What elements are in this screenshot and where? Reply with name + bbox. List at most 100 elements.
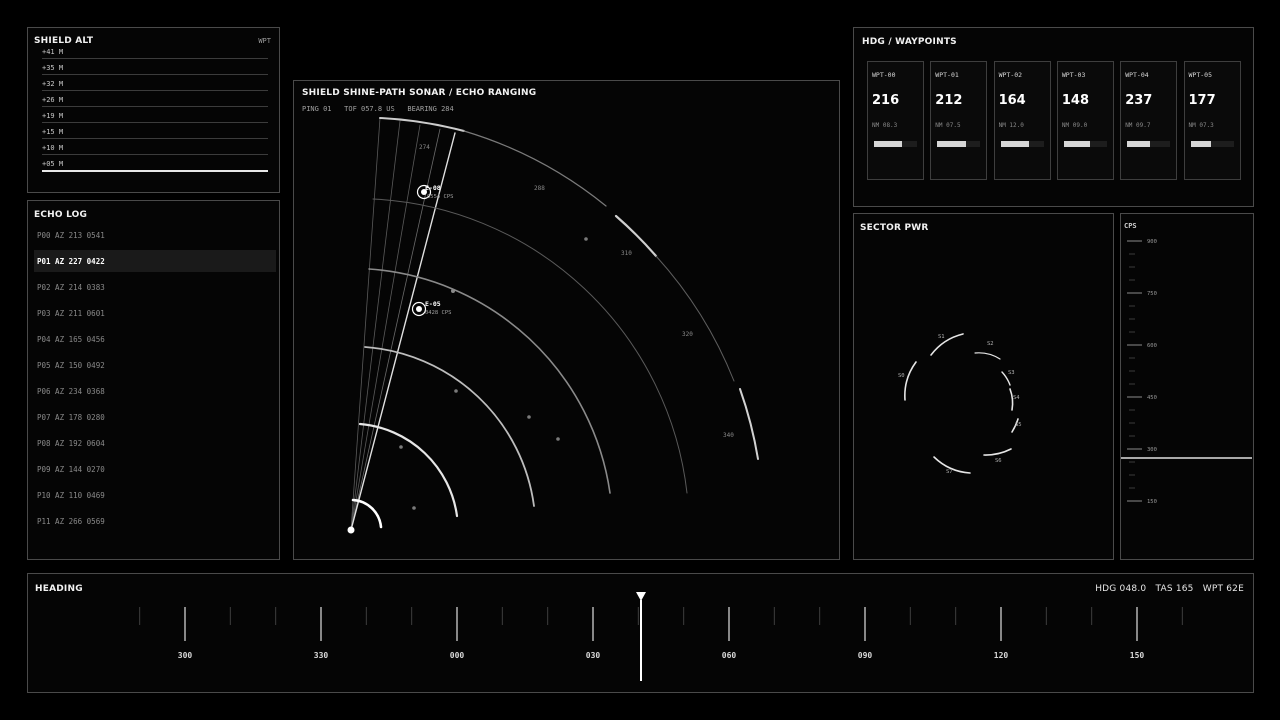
target-id: E-08 (425, 184, 441, 192)
sector-pwr-panel: SECTOR PWR S0 S1 S2 S3 S4 S5 S6 S7 (853, 213, 1114, 560)
sector-label: S1 (938, 334, 945, 340)
range-arc (463, 130, 607, 207)
echo-log-row[interactable]: P00 AZ 213 0541 (34, 224, 276, 246)
bearing-label: 274 (419, 144, 430, 151)
echo-log-text: P09 AZ 144 0270 (37, 465, 105, 474)
echo-dot (412, 506, 416, 510)
sector-label: S6 (995, 458, 1002, 464)
altitude-row[interactable]: +41 M (42, 42, 268, 59)
sonar-panel: SHIELD SHINE-PATH SONAR / ECHO RANGING P… (293, 80, 840, 560)
waypoint-card[interactable]: WPT-05 177 NM 07.3 (1183, 61, 1241, 180)
echo-log-text: P10 AZ 110 0469 (37, 491, 105, 500)
echo-log-row[interactable]: P09 AZ 144 0270 (34, 458, 276, 480)
target-dot (416, 306, 422, 312)
waypoint-heading: 212 (935, 93, 963, 108)
heading-pointer-icon (636, 592, 646, 601)
target-e08[interactable]: E-08 0554 CPS (416, 184, 454, 200)
sector-arc-s2 (974, 352, 1001, 360)
range-arc (739, 388, 759, 460)
echo-log-text: P02 AZ 214 0383 (37, 283, 105, 292)
echo-log-row[interactable]: P10 AZ 110 0469 (34, 484, 276, 506)
waypoint-heading: 237 (1125, 93, 1153, 108)
sonar-origin (347, 526, 355, 534)
echo-log-row[interactable]: P02 AZ 214 0383 (34, 276, 276, 298)
echo-log-text: P07 AZ 178 0280 (37, 413, 105, 422)
echo-log-row[interactable]: P04 AZ 165 0456 (34, 328, 276, 350)
echo-log-panel: ECHO LOG P00 AZ 213 0541 P01 AZ 227 0422 P… (27, 200, 280, 560)
echo-dot (454, 389, 458, 393)
altitude-row[interactable]: +10 M (42, 138, 268, 155)
altitude-value: +41 M (42, 48, 64, 56)
waypoint-card[interactable]: WPT-00 216 NM 08.3 (867, 61, 924, 180)
waypoint-heading: 177 (1188, 93, 1216, 108)
target-e05[interactable]: E-05 0428 CPS (411, 300, 452, 317)
echo-dot (451, 289, 455, 293)
sector-arc-s0 (904, 361, 917, 401)
heading-tick-label: 030 (586, 651, 601, 660)
cps-tick-label: 300 (1147, 447, 1157, 453)
echo-log-row[interactable]: P07 AZ 178 0280 (34, 406, 276, 428)
waypoint-level-fill (937, 141, 967, 147)
echo-log-text: P06 AZ 234 0368 (37, 387, 105, 396)
echo-log-row[interactable]: P05 AZ 150 0492 (34, 354, 276, 376)
target-cps: 0428 CPS (425, 310, 452, 316)
cps-tick-label: 450 (1147, 395, 1157, 401)
sector-arc-s6 (983, 448, 1012, 456)
range-arc (368, 268, 611, 494)
echo-log-row[interactable]: P03 AZ 211 0601 (34, 302, 276, 324)
sonar-display[interactable]: 274 288 310 320 340 E-08 0554 CPS E-05 0… (294, 81, 839, 559)
echo-log-text: P04 AZ 165 0456 (37, 335, 105, 344)
waypoint-id: WPT-00 (872, 71, 896, 79)
altitude-value: +35 M (42, 64, 64, 72)
waypoint-distance: NM 07.5 (935, 122, 961, 129)
echo-log-row[interactable]: P06 AZ 234 0368 (34, 380, 276, 402)
altitude-row[interactable]: +35 M (42, 58, 268, 75)
waypoint-level-fill (1190, 141, 1212, 147)
sector-label: S2 (987, 341, 994, 347)
sector-ring: S0 S1 S2 S3 S4 S5 S6 S7 (898, 333, 1022, 475)
waypoint-id: WPT-04 (1125, 71, 1149, 79)
echo-log-row[interactable]: P08 AZ 192 0604 (34, 432, 276, 454)
heading-tape[interactable]: 300 330 000 030 060 090 120 150 (28, 574, 1253, 692)
heading-tick-label: 090 (858, 651, 873, 660)
waypoint-distance: NM 09.0 (1061, 122, 1088, 129)
waypoint-level-bar (1063, 141, 1107, 147)
altitude-value: +26 M (42, 96, 64, 104)
waypoints-panel: HDG / WAYPOINTS WPT-00 216 NM 08.3 WPT-01 21… (853, 27, 1254, 207)
waypoint-distance: NM 07.3 (1188, 122, 1214, 129)
altitude-value: +19 M (42, 112, 64, 120)
waypoint-card[interactable]: WPT-02 164 NM 12.0 (993, 61, 1051, 180)
waypoint-id: WPT-02 (998, 71, 1023, 79)
waypoint-distance: NM 12.0 (998, 122, 1024, 129)
altitude-row[interactable]: +05 M (42, 154, 268, 172)
cps-tick-label: 150 (1147, 499, 1157, 505)
target-cps: 0554 CPS (427, 194, 454, 200)
echo-dot (556, 437, 560, 441)
cps-tick-label: 750 (1147, 291, 1157, 297)
waypoint-card[interactable]: WPT-03 148 NM 09.0 (1056, 61, 1114, 180)
altitude-row[interactable]: +32 M (42, 74, 268, 91)
cps-panel: CPS 900 750 600 450 300 150 (1120, 213, 1254, 560)
waypoint-id: WPT-03 (1061, 71, 1086, 79)
waypoint-level-bar (874, 141, 917, 147)
sector-label: S3 (1008, 370, 1015, 376)
echo-log-title: ECHO LOG (34, 210, 88, 220)
waypoint-level-fill (1000, 141, 1029, 147)
echo-log-row[interactable]: P01 AZ 227 0422 (34, 250, 276, 272)
waypoint-card[interactable]: WPT-01 212 NM 07.5 (930, 61, 988, 180)
heading-tick-label: 120 (994, 651, 1009, 660)
sector-arc-s1 (930, 333, 964, 356)
echo-log-row[interactable]: P11 AZ 266 0569 (34, 510, 276, 532)
heading-tick-label: 330 (314, 651, 329, 660)
bearing-label: 310 (621, 250, 632, 257)
heading-tick-label: 060 (722, 651, 737, 660)
altitude-value: +10 M (42, 144, 64, 152)
sector-label: S5 (1015, 422, 1022, 428)
altitude-value: +05 M (42, 160, 64, 168)
altitude-row[interactable]: +15 M (42, 122, 268, 139)
waypoint-level-fill (1063, 141, 1090, 147)
waypoint-card[interactable]: WPT-04 237 NM 09.7 (1120, 61, 1178, 180)
cps-tick-label: 600 (1147, 343, 1157, 349)
altitude-row[interactable]: +26 M (42, 90, 268, 107)
altitude-row[interactable]: +19 M (42, 106, 268, 123)
